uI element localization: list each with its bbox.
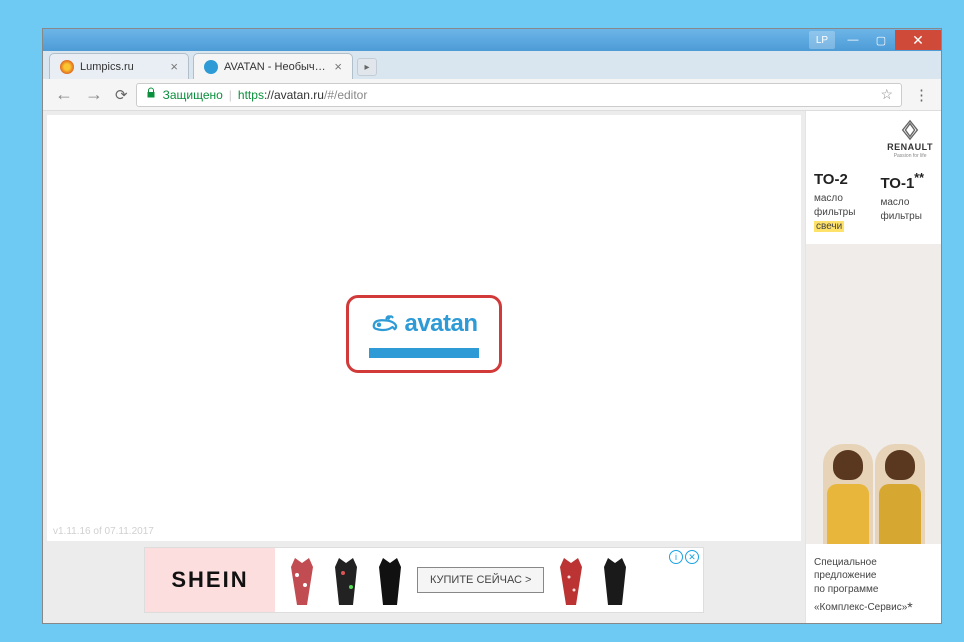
favicon-avatan-icon: [204, 60, 218, 74]
url-scheme: https: [238, 88, 264, 102]
address-bar: ← → ⟳ Защищено | https://avatan.ru/#/edi…: [43, 79, 941, 111]
window-maximize-button[interactable]: ▢: [867, 30, 895, 50]
service-item: масло: [881, 196, 934, 210]
url-path: /#/editor: [324, 88, 367, 102]
whale-icon: [370, 312, 400, 336]
loading-progress-bar: [369, 348, 479, 358]
editor-canvas: avatan v1.11.16 of 07.11.2017: [47, 115, 801, 541]
lock-icon: [145, 87, 157, 102]
service-item: фильтры: [814, 206, 867, 220]
tab-close-icon[interactable]: ×: [334, 59, 342, 74]
page-main: avatan v1.11.16 of 07.11.2017 i ✕ SHEIN: [43, 111, 805, 623]
reload-button[interactable]: ⟳: [115, 86, 128, 104]
lp-badge: LP: [809, 31, 835, 49]
renault-diamond-icon: [899, 119, 921, 141]
ad-photo-person: [823, 444, 873, 544]
service-title: ТО-1**: [881, 171, 934, 192]
product-image: [373, 555, 407, 605]
renault-logo: RENAULT Passion for life: [887, 119, 933, 159]
product-image: [329, 555, 363, 605]
tab-avatan[interactable]: AVATAN - Необычный Ф ×: [193, 53, 353, 79]
ad-products: [275, 555, 417, 605]
window-minimize-button[interactable]: —: [839, 30, 867, 50]
service-title: ТО-2: [814, 171, 867, 188]
tab-title: Lumpics.ru: [80, 61, 164, 73]
loading-indicator-highlight: avatan: [346, 295, 502, 373]
adchoices-icon[interactable]: i: [669, 550, 683, 564]
ad-products: [544, 555, 642, 605]
bookmark-star-icon[interactable]: ☆: [880, 86, 893, 103]
ad-photo-person: [875, 444, 925, 544]
url-host: ://avatan.ru: [264, 88, 324, 102]
ad-service-columns: ТО-2 масло фильтры свечи ТО-1** масло фи…: [806, 161, 941, 234]
product-image: [285, 555, 319, 605]
tab-strip: Lumpics.ru × AVATAN - Необычный Ф × ▸: [43, 51, 941, 79]
ad-photo: [806, 244, 941, 544]
service-item-highlighted: свечи: [814, 221, 844, 232]
page-content: avatan v1.11.16 of 07.11.2017 i ✕ SHEIN: [43, 111, 941, 623]
bottom-ad-banner[interactable]: i ✕ SHEIN КУПИТЕ СЕЙЧАС >: [144, 547, 704, 613]
tab-close-icon[interactable]: ×: [170, 59, 178, 74]
shein-logo: SHEIN: [145, 548, 275, 612]
version-label: v1.11.16 of 07.11.2017: [53, 526, 154, 537]
browser-menu-button[interactable]: ⋮: [910, 86, 933, 104]
avatan-brand-text: avatan: [404, 310, 477, 338]
nav-forward-button[interactable]: →: [81, 84, 107, 105]
url-divider: |: [229, 88, 232, 102]
ad-footer-text: Специальное предложение по программе «Ко…: [806, 550, 941, 623]
ad-cta-button[interactable]: КУПИТЕ СЕЙЧАС >: [417, 567, 544, 593]
browser-window: LP — ▢ ✕ Lumpics.ru × AVATAN - Необычный…: [42, 28, 942, 624]
product-image: [598, 555, 632, 605]
service-item: фильтры: [881, 210, 934, 224]
bottom-ad-region: i ✕ SHEIN КУПИТЕ СЕЙЧАС >: [47, 541, 801, 619]
tab-lumpics[interactable]: Lumpics.ru ×: [49, 53, 189, 79]
side-ad-banner[interactable]: RENAULT Passion for life ТО-2 масло филь…: [805, 111, 941, 623]
favicon-lumpics-icon: [60, 60, 74, 74]
avatan-logo: avatan: [370, 310, 477, 338]
nav-back-button[interactable]: ←: [51, 84, 77, 105]
window-close-button[interactable]: ✕: [895, 30, 941, 50]
secure-label: Защищено: [163, 88, 223, 102]
url-field[interactable]: Защищено | https://avatan.ru/#/editor ☆: [136, 83, 902, 107]
service-item: масло: [814, 192, 867, 206]
tab-title: AVATAN - Необычный Ф: [224, 61, 328, 73]
window-titlebar: LP — ▢ ✕: [43, 29, 941, 51]
product-image: [554, 555, 588, 605]
ad-close-icon[interactable]: ✕: [685, 550, 699, 564]
new-tab-button[interactable]: ▸: [357, 58, 377, 76]
